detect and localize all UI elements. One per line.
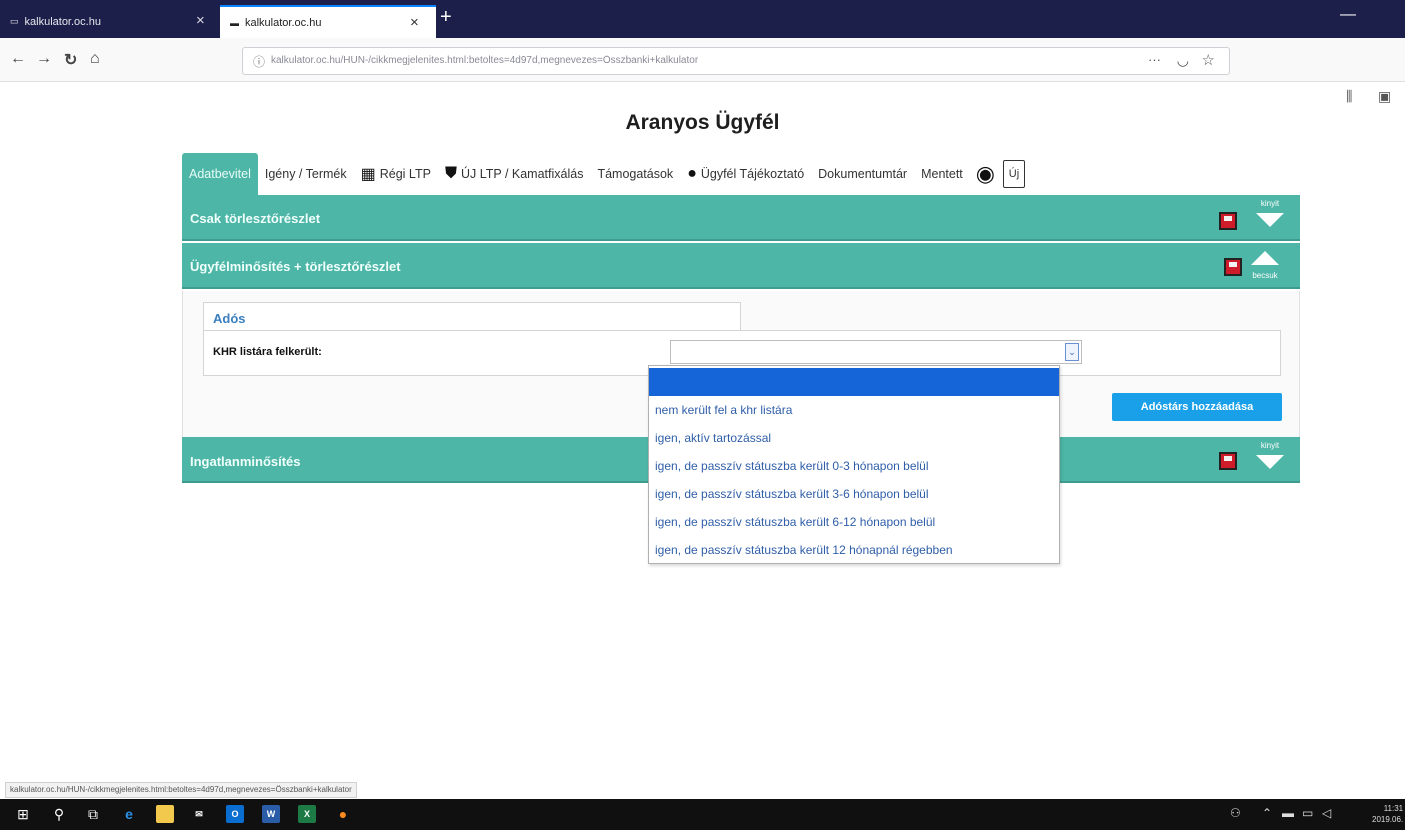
new-document-icon[interactable]: Új [1002, 153, 1025, 195]
edge-icon[interactable]: e [120, 805, 138, 823]
speaking-head-icon: ● [687, 165, 697, 182]
page-actions-button[interactable]: ··· [1148, 52, 1161, 67]
screen: ▭ kalkulator.oc.hu × ▬ kalkulator.oc.hu … [0, 0, 1405, 830]
section-title: Ügyfélminősítés + törlesztőrészlet [190, 259, 401, 274]
info-icon[interactable]: ⓘ [253, 53, 265, 70]
chevron-down-icon[interactable]: ⌄ [1065, 343, 1079, 361]
dropdown-option[interactable]: nem került fel a khr listára [649, 396, 1059, 424]
browser-tab-1[interactable]: ▭ kalkulator.oc.hu × [0, 5, 218, 38]
browser-tab-strip: ▭ kalkulator.oc.hu × ▬ kalkulator.oc.hu … [0, 0, 1405, 38]
save-icon[interactable] [1219, 452, 1237, 470]
main-tab-bar: Adatbevitel Igény / Termék ▦ Régi LTP ⛊ ÚJ… [182, 153, 1300, 195]
volume-icon[interactable]: ◁ [1322, 806, 1331, 820]
expand-toggle[interactable]: kinyit [1253, 199, 1287, 235]
status-url: kalkulator.oc.hu/HUN-/cikkmegjelenites.h… [5, 782, 357, 798]
expand-toggle[interactable]: kinyit [1253, 441, 1287, 477]
chevron-up-icon [1251, 251, 1279, 265]
save-icon[interactable] [1224, 258, 1242, 276]
dropdown-option[interactable]: igen, de passzív státuszba került 3-6 hó… [649, 480, 1059, 508]
khr-select[interactable]: ⌄ [670, 340, 1082, 364]
search-icon[interactable]: ⚲ [50, 805, 68, 823]
tab-uj-ltp[interactable]: ⛊ ÚJ LTP / Kamatfixálás [438, 153, 591, 195]
url-text[interactable]: kalkulator.oc.hu/HUN-/cikkmegjelenites.h… [271, 55, 1111, 66]
favicon-icon: ▬ [230, 17, 239, 28]
collapse-toggle[interactable]: becsuk [1248, 251, 1282, 287]
file-explorer-icon[interactable] [156, 805, 174, 823]
mail-icon[interactable]: ✉ [190, 805, 208, 823]
section-ugyfelminosites[interactable]: Ügyfélminősítés + törlesztőrészlet becsu… [182, 243, 1300, 289]
page-title: Aranyos Ügyfél [625, 111, 780, 134]
shield-icon: ⛊ [444, 165, 457, 182]
sidebar-icon[interactable]: ▣ [1378, 88, 1391, 105]
close-tab-icon[interactable]: × [196, 12, 205, 29]
outlook-icon[interactable]: O [226, 805, 244, 823]
battery-icon[interactable]: ▭ [1302, 806, 1313, 820]
bookmark-star-icon[interactable]: ☆ [1202, 51, 1215, 69]
chevron-down-icon [1256, 213, 1284, 227]
tab-ugyfel-tajekoztato[interactable]: ● Ügyfél Tájékoztató [680, 153, 811, 195]
chevron-down-icon [1256, 455, 1284, 469]
windows-start-icon[interactable]: ⊞ [14, 805, 32, 823]
new-tab-button[interactable]: + [440, 6, 452, 29]
firefox-icon[interactable]: ● [334, 805, 352, 823]
browser-tab-title: kalkulator.oc.hu [24, 15, 101, 28]
forward-icon[interactable]: → [36, 50, 52, 68]
section-title: Csak törlesztőrészlet [190, 211, 321, 226]
network-icon[interactable]: ▬ [1282, 806, 1294, 820]
browser-tab-2[interactable]: ▬ kalkulator.oc.hu × [220, 5, 436, 38]
tab-mentett[interactable]: Mentett [914, 153, 970, 195]
close-tab-icon[interactable]: × [410, 14, 419, 31]
url-bar[interactable]: ⓘ kalkulator.oc.hu/HUN-/cikkmegjelenites… [242, 47, 1230, 75]
eye-icon[interactable]: ◉ [976, 153, 995, 195]
minimize-button[interactable]: — [1340, 6, 1356, 24]
dropdown-option[interactable]: igen, de passzív státuszba került 12 hón… [649, 536, 1059, 564]
section-csak-torleszto[interactable]: Csak törlesztőrészlet kinyit [182, 195, 1300, 241]
tab-tamogatasok[interactable]: Támogatások [590, 153, 680, 195]
taskbar: ⊞ ⚲ ⧉ e ✉ O W X ● ⚇ ⌃ ▬ ▭ ◁ 11:31 2019.0… [0, 799, 1405, 830]
favicon-icon: ▭ [10, 16, 19, 26]
dropdown-option[interactable]: igen, de passzív státuszba került 6-12 h… [649, 508, 1059, 536]
task-view-icon[interactable]: ⧉ [84, 805, 102, 823]
dropdown-option[interactable]: igen, de passzív státuszba került 0-3 hó… [649, 452, 1059, 480]
tab-dokumentumtar[interactable]: Dokumentumtár [811, 153, 914, 195]
tab-regi-ltp[interactable]: ▦ Régi LTP [354, 153, 438, 195]
pocket-icon[interactable]: ◡ [1177, 52, 1189, 69]
calculator-icon: ▦ [360, 166, 376, 183]
tab-igeny-termek[interactable]: Igény / Termék [258, 153, 354, 195]
dropdown-option[interactable] [649, 368, 1059, 396]
khr-dropdown-list: nem került fel a khr listára igen, aktív… [648, 365, 1060, 564]
section-title: Ingatlanminősítés [190, 454, 301, 469]
khr-label: KHR listára felkerült: [213, 346, 322, 358]
save-icon[interactable] [1219, 212, 1237, 230]
add-co-debtor-button[interactable]: Adóstárs hozzáadása [1112, 393, 1282, 421]
excel-icon[interactable]: X [298, 805, 316, 823]
word-icon[interactable]: W [262, 805, 280, 823]
reload-icon[interactable]: ↻ [64, 50, 77, 70]
library-icon[interactable]: ⫼ [1346, 88, 1352, 105]
tab-adatbevitel[interactable]: Adatbevitel [182, 153, 258, 195]
people-icon[interactable]: ⚇ [1230, 806, 1241, 820]
browser-tab-title: kalkulator.oc.hu [245, 16, 322, 29]
home-icon[interactable]: ⌂ [90, 50, 100, 68]
dropdown-option[interactable]: igen, aktív tartozással [649, 424, 1059, 452]
back-icon[interactable]: ← [10, 50, 26, 68]
tray-chevron-up-icon[interactable]: ⌃ [1262, 806, 1272, 820]
system-clock[interactable]: 11:31 2019.06. [1372, 803, 1403, 825]
